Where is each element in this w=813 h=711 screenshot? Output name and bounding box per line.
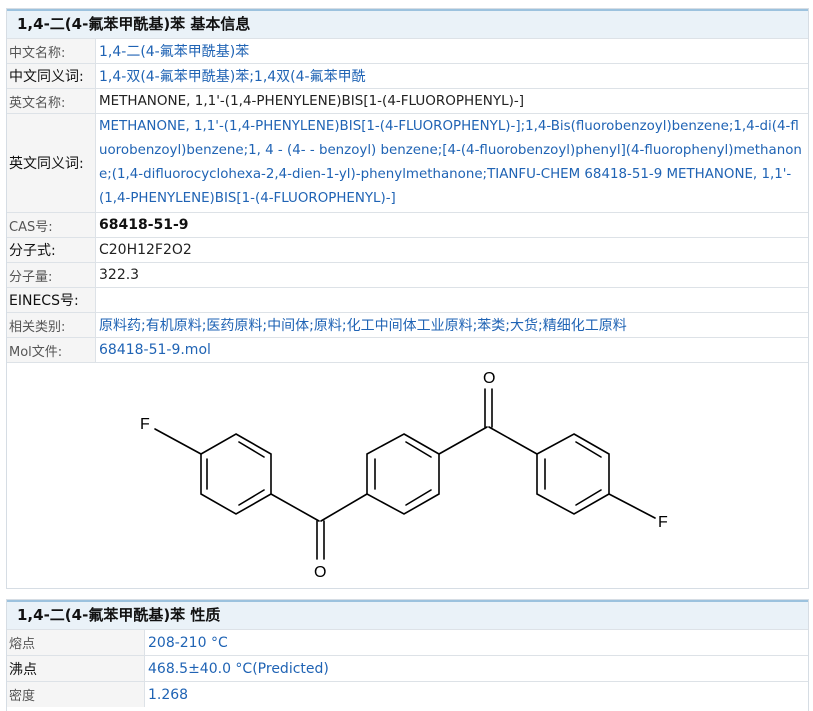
label-english-name: 英文名称: [7, 89, 96, 113]
fluorine-left-label: F [140, 416, 150, 433]
label-density: 密度 [7, 682, 145, 707]
oxygen-bottom-label: O [314, 564, 326, 581]
value-melting-point: 208-210 °C [148, 634, 228, 651]
label-boiling-point: 沸点 [7, 656, 145, 681]
label-mw: 分子量: [7, 263, 96, 287]
value-categories[interactable]: 原料药;有机原料;医药原料;中间体;原料;化工中间体工业原料;苯类;大货;精细化… [96, 313, 808, 337]
label-melting-point: 熔点 [7, 630, 145, 655]
middle-ring [366, 433, 440, 515]
label-english-synonyms: 英文同义词: [7, 114, 96, 212]
value-einecs [96, 288, 808, 312]
value-density: 1.268 [148, 686, 189, 703]
row-boiling-point: 沸点 468.5±40.0 °C(Predicted) [7, 655, 808, 681]
row-formula: 分子式: C20H12F2O2 [7, 237, 808, 262]
row-chinese-synonyms: 中文同义词: 1,4-双(4-氟苯甲酰基)苯;1,4双(4-氟苯甲酰 [7, 63, 808, 88]
structure-image: F O O F [7, 362, 808, 584]
value-boiling-point: 468.5±40.0 °C(Predicted) [148, 660, 329, 677]
label-molfile: Mol文件: [7, 338, 96, 362]
label-categories: 相关类别: [7, 313, 96, 337]
label-chinese-synonyms: 中文同义词: [7, 64, 96, 88]
row-cas: CAS号: 68418-51-9 [7, 212, 808, 237]
value-formula: C20H12F2O2 [99, 242, 192, 258]
row-melting-point: 熔点 208-210 °C [7, 629, 808, 655]
value-english-name: METHANONE, 1,1'-(1,4-PHENYLENE)BIS[1-(4-… [99, 93, 525, 109]
label-chinese-name: 中文名称: [7, 39, 96, 63]
right-ring [536, 433, 610, 515]
value-english-synonyms[interactable]: METHANONE, 1,1'-(1,4-PHENYLENE)BIS[1-(4-… [96, 114, 808, 212]
row-molfile: Mol文件: 68418-51-9.mol [7, 337, 808, 362]
label-einecs: EINECS号: [7, 288, 96, 312]
row-english-name: 英文名称: METHANONE, 1,1'-(1,4-PHENYLENE)BIS… [7, 88, 808, 113]
row-categories: 相关类别: 原料药;有机原料;医药原料;中间体;原料;化工中间体工业原料;苯类;… [7, 312, 808, 337]
row-chinese-name: 中文名称: 1,4-二(4-氟苯甲酰基)苯 [7, 38, 808, 63]
properties-section: 1,4-二(4-氟苯甲酰基)苯 性质 熔点 208-210 °C 沸点 468.… [6, 599, 809, 711]
oxygen-top-label: O [483, 370, 495, 387]
value-cas: 68418-51-9 [99, 217, 189, 233]
basic-info-title: 1,4-二(4-氟苯甲酰基)苯 基本信息 [7, 9, 808, 38]
row-mw: 分子量: 322.3 [7, 262, 808, 287]
row-density: 密度 1.268 [7, 681, 808, 707]
left-ring [200, 433, 272, 515]
value-chinese-name[interactable]: 1,4-二(4-氟苯甲酰基)苯 [96, 39, 808, 63]
properties-title: 1,4-二(4-氟苯甲酰基)苯 性质 [7, 600, 808, 629]
basic-info-section: 1,4-二(4-氟苯甲酰基)苯 基本信息 中文名称: 1,4-二(4-氟苯甲酰基… [6, 8, 809, 589]
label-cas: CAS号: [7, 213, 96, 237]
value-chinese-synonyms[interactable]: 1,4-双(4-氟苯甲酰基)苯;1,4双(4-氟苯甲酰 [96, 64, 808, 88]
row-einecs: EINECS号: [7, 287, 808, 312]
structure-diagram: F O O F [140, 370, 668, 581]
row-english-synonyms: 英文同义词: METHANONE, 1,1'-(1,4-PHENYLENE)BI… [7, 113, 808, 212]
value-molfile[interactable]: 68418-51-9.mol [96, 338, 808, 362]
value-mw: 322.3 [99, 267, 140, 283]
label-formula: 分子式: [7, 238, 96, 262]
fluorine-right-label: F [658, 514, 668, 531]
